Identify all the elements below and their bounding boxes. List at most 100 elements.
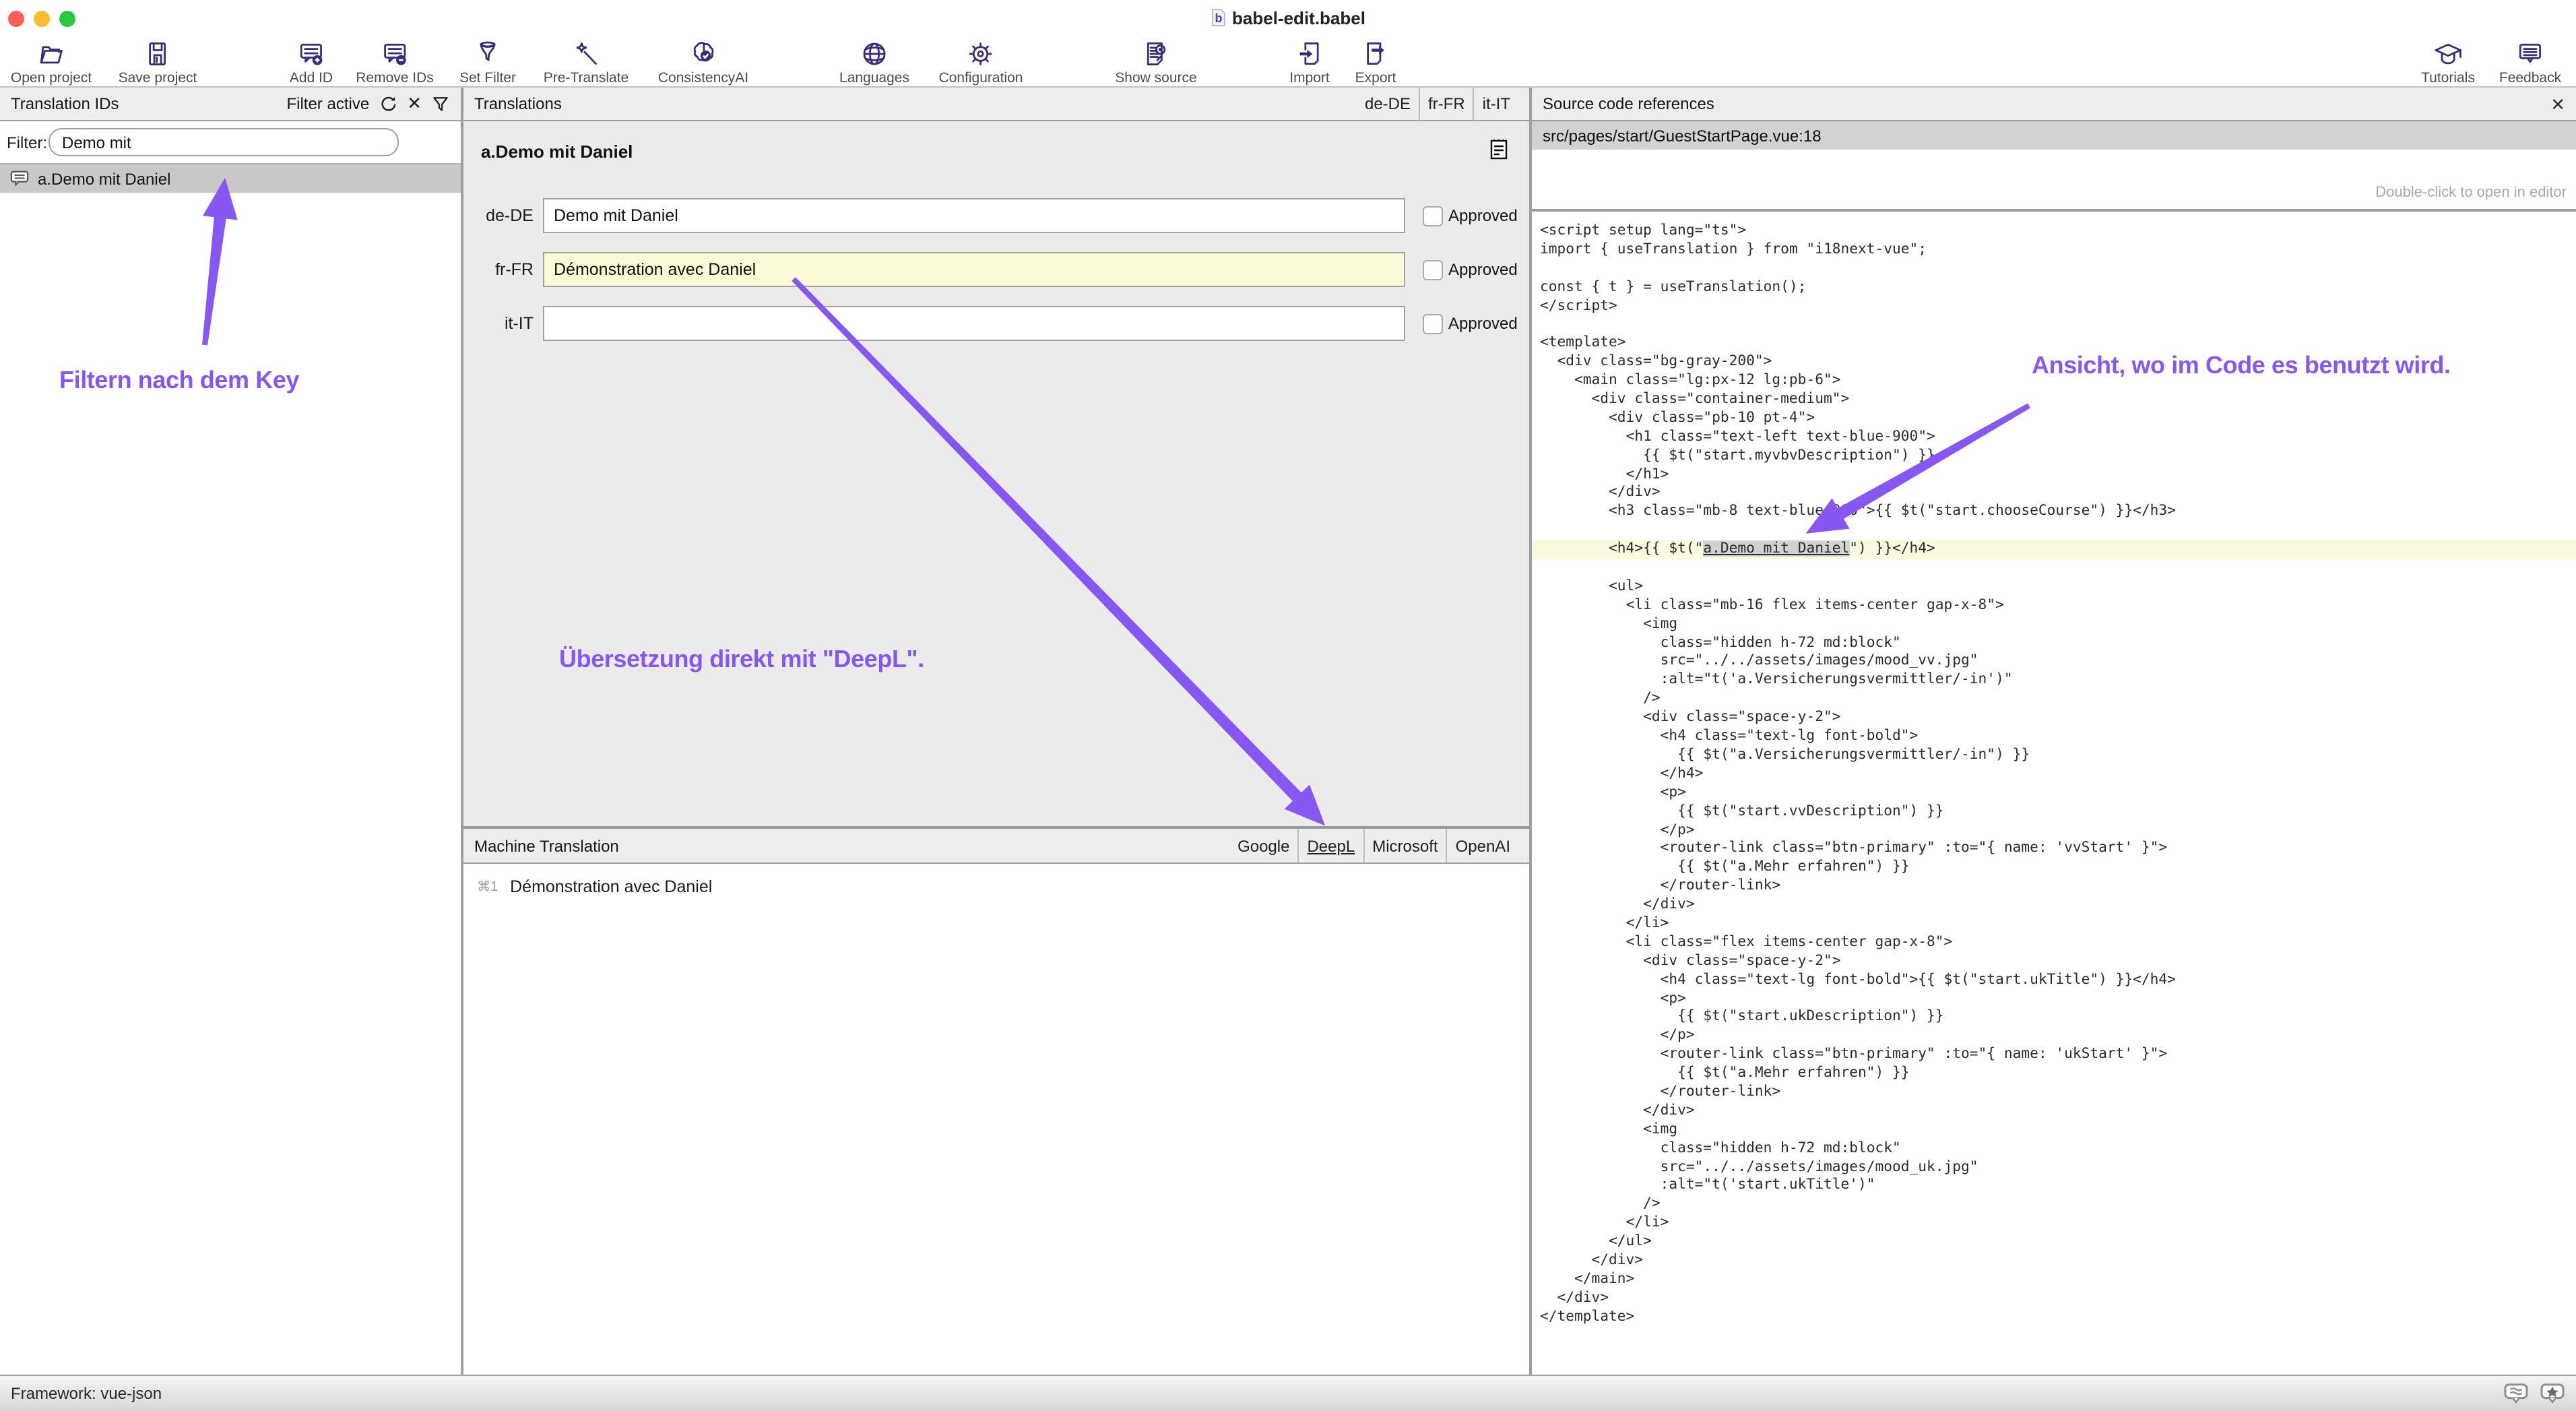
- code-line: <div class="bg-gray-200">: [1540, 353, 2576, 372]
- lang-tab-it-IT[interactable]: it-IT: [1473, 88, 1518, 120]
- open-project-button[interactable]: Open project: [11, 39, 92, 86]
- code-line: </ul>: [1540, 1233, 2576, 1252]
- window-title: b babel-edit.babel: [0, 8, 2576, 28]
- machine-translation-body: ⌘1 Démonstration avec Daniel: [463, 864, 1529, 1375]
- translations-panel: Translations de-DE fr-FR it-IT a.Demo mi…: [463, 88, 1529, 1375]
- approved-label: Approved: [1448, 260, 1518, 279]
- configuration-button[interactable]: Configuration: [939, 39, 1023, 86]
- panel-title: Translation IDs: [11, 94, 119, 113]
- approved-label: Approved: [1448, 206, 1518, 225]
- code-line: </template>: [1540, 1308, 2576, 1327]
- code-line: {{ $t("start.vvDescription") }}: [1540, 803, 2576, 821]
- funnel-icon: [472, 39, 504, 69]
- consistency-ai-button[interactable]: ConsistencyAI: [658, 39, 748, 86]
- feedback-button[interactable]: Feedback: [2499, 39, 2561, 86]
- source-reference-item[interactable]: src/pages/start/GuestStartPage.vue:18: [1532, 121, 2576, 150]
- provider-tab-google[interactable]: Google: [1229, 829, 1297, 863]
- code-line: <router-link class="btn-primary" :to="{ …: [1540, 840, 2576, 859]
- translation-input-de-DE[interactable]: [543, 198, 1405, 233]
- code-line: class="hidden h-72 md:block": [1540, 1139, 2576, 1158]
- document-eye-icon: [1140, 39, 1172, 69]
- code-line: <template>: [1540, 335, 2576, 354]
- code-line: </div>: [1540, 484, 2576, 503]
- gear-icon: [965, 39, 997, 69]
- code-line: <div class="space-y-2">: [1540, 952, 2576, 971]
- code-line: [1540, 559, 2576, 578]
- code-line: :alt="t('a.Versicherungsvermittler/-in')…: [1540, 672, 2576, 691]
- svg-text:b: b: [1215, 11, 1222, 25]
- provider-tab-microsoft[interactable]: Microsoft: [1363, 829, 1446, 863]
- close-panel-icon[interactable]: ✕: [2550, 95, 2565, 113]
- code-line: <img: [1540, 615, 2576, 634]
- code-line: <li class="mb-16 flex items-center gap-x…: [1540, 597, 2576, 616]
- code-line: <router-link class="btn-primary" :to="{ …: [1540, 1046, 2576, 1065]
- entry-title: a.Demo mit Daniel: [481, 142, 633, 162]
- framework-label: Framework: vue-json: [11, 1384, 162, 1403]
- translation-input-fr-FR[interactable]: [543, 252, 1405, 287]
- provider-tab-deepl[interactable]: DeepL: [1297, 829, 1363, 863]
- translation-id-label: a.Demo mit Daniel: [38, 169, 170, 188]
- tutorials-button[interactable]: Tutorials: [2421, 39, 2475, 86]
- toolbar: Open project Save project Add ID Remove …: [0, 38, 2576, 88]
- fuzzy-match-bubble-icon[interactable]: [2503, 1383, 2529, 1404]
- approved-checkbox-fr-FR[interactable]: [1423, 260, 1443, 280]
- code-line: </main>: [1540, 1271, 2576, 1290]
- translation-input-it-IT[interactable]: [543, 306, 1405, 341]
- filter-label: Filter:: [7, 133, 47, 152]
- panel-title: Translations: [474, 94, 562, 113]
- reference-list-area: Double-click to open in editor: [1532, 150, 2576, 209]
- code-line: import { useTranslation } from "i18next-…: [1540, 241, 2576, 260]
- export-button[interactable]: Export: [1355, 39, 1396, 86]
- graduation-cap-icon: [2430, 39, 2466, 69]
- source-code-panel: Source code references ✕ src/pages/start…: [1532, 88, 2576, 1375]
- add-id-button[interactable]: Add ID: [290, 39, 333, 86]
- provider-tab-openai[interactable]: OpenAI: [1446, 829, 1518, 863]
- code-line: const { t } = useTranslation();: [1540, 278, 2576, 297]
- code-line: <p>: [1540, 784, 2576, 803]
- mt-shortcut-label: ⌘1: [477, 879, 498, 894]
- code-line: </script>: [1540, 297, 2576, 316]
- translation-id-item[interactable]: a.Demo mit Daniel: [0, 164, 461, 193]
- machine-translation-header: Machine Translation Google DeepL Microso…: [463, 829, 1529, 864]
- show-source-button[interactable]: Show source: [1115, 39, 1196, 86]
- filter-input[interactable]: [49, 128, 399, 156]
- mt-suggestion-text: Démonstration avec Daniel: [510, 877, 712, 896]
- code-line: />: [1540, 691, 2576, 710]
- code-area: <script setup lang="ts">import { useTran…: [1532, 212, 2576, 1375]
- import-button[interactable]: Import: [1289, 39, 1330, 86]
- code-line: <p>: [1540, 990, 2576, 1009]
- lang-tab-fr-FR[interactable]: fr-FR: [1419, 88, 1473, 120]
- approved-checkbox-it-IT[interactable]: [1423, 314, 1443, 334]
- panel-title: Source code references: [1543, 94, 1714, 113]
- refresh-icon[interactable]: [379, 94, 397, 113]
- clear-filter-icon[interactable]: ✕: [407, 93, 422, 115]
- lang-tab-de-DE[interactable]: de-DE: [1357, 88, 1419, 120]
- filter-funnel-icon[interactable]: [431, 94, 450, 113]
- code-line: <h4>{{ $t("a.Demo mit Daniel") }}</h4>: [1532, 540, 2576, 559]
- pre-translate-button[interactable]: Pre-Translate: [544, 39, 629, 86]
- babel-document-icon: b: [1211, 8, 1225, 27]
- languages-button[interactable]: Languages: [839, 39, 909, 86]
- code-line: {{ $t("a.Versicherungsvermittler/-in") }…: [1540, 747, 2576, 765]
- source-code: <script setup lang="ts">import { useTran…: [1532, 212, 2576, 1327]
- code-line: src="../../assets/images/mood_uk.jpg": [1540, 1158, 2576, 1177]
- code-line: </div>: [1540, 1102, 2576, 1121]
- bubble-minus-icon: [379, 39, 411, 69]
- save-project-button[interactable]: Save project: [119, 39, 197, 86]
- entry-notes-icon[interactable]: [1490, 139, 1508, 160]
- app-window: b babel-edit.babel Open project Save pro…: [0, 0, 2576, 1411]
- favorite-bubble-icon[interactable]: [2540, 1383, 2565, 1404]
- code-line: <li class="flex items-center gap-x-8">: [1540, 934, 2576, 953]
- mt-suggestion-row[interactable]: ⌘1 Démonstration avec Daniel: [463, 864, 1529, 896]
- set-filter-button[interactable]: Set Filter: [459, 39, 516, 86]
- code-line: class="hidden h-72 md:block": [1540, 634, 2576, 653]
- brain-check-icon: [687, 39, 719, 69]
- approved-checkbox-de-DE[interactable]: [1423, 206, 1443, 226]
- code-line: <h4 class="text-lg font-bold">{{ $t("sta…: [1540, 971, 2576, 990]
- translation-id-list: a.Demo mit Daniel: [0, 164, 461, 1375]
- code-line: </li>: [1540, 915, 2576, 934]
- code-line: [1540, 316, 2576, 335]
- language-label: it-IT: [463, 314, 534, 333]
- code-line: <h1 class="text-left text-blue-900">: [1540, 429, 2576, 447]
- remove-ids-button[interactable]: Remove IDs: [356, 39, 434, 86]
